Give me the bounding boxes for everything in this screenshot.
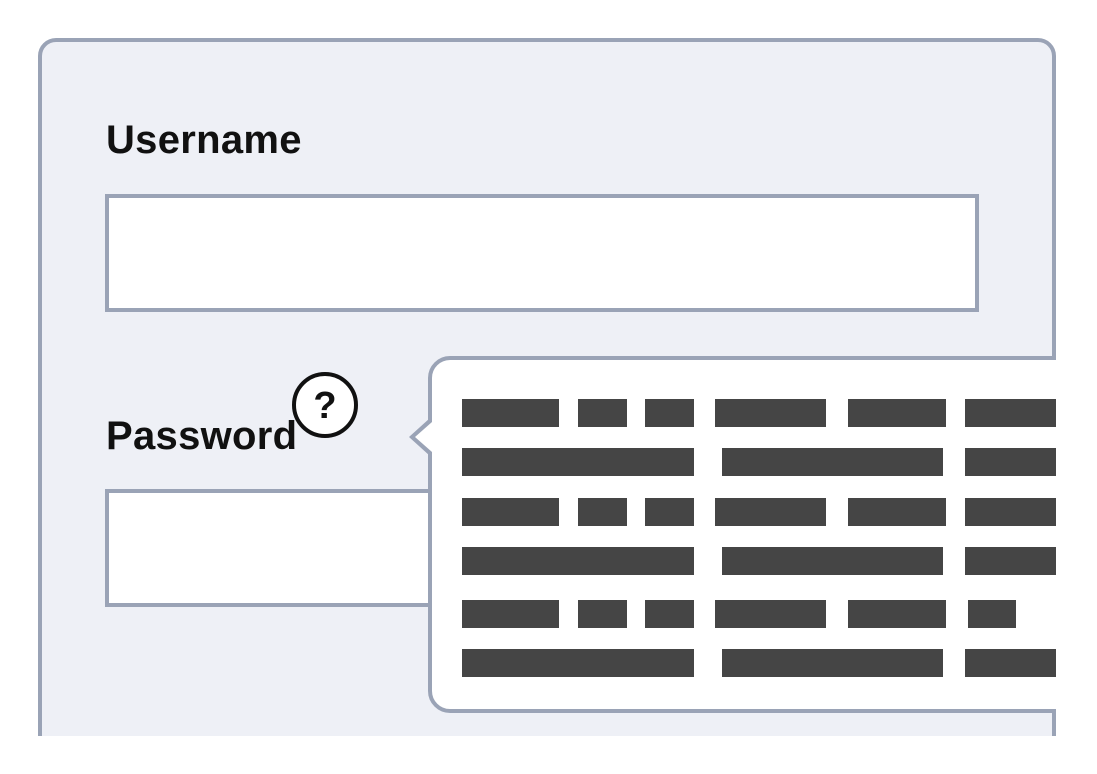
redacted-text-block: [715, 399, 826, 427]
redacted-text-block: [965, 498, 1056, 526]
redacted-text-block: [965, 399, 1056, 427]
redacted-text-block: [462, 399, 559, 427]
redacted-text-block: [968, 600, 1016, 628]
redacted-text-block: [462, 498, 559, 526]
redacted-text-block: [578, 498, 627, 526]
redacted-text-block: [848, 498, 946, 526]
redacted-text-block: [462, 448, 694, 476]
username-field[interactable]: [105, 194, 979, 312]
redacted-text-block: [848, 399, 946, 427]
redacted-text-block: [965, 448, 1056, 476]
redacted-text-block: [965, 649, 1056, 677]
redacted-text-block: [722, 547, 943, 575]
redacted-text-block: [645, 600, 694, 628]
tooltip-pointer-fill: [415, 422, 432, 452]
redacted-text-block: [462, 547, 694, 575]
login-form-view: Username Password ?: [0, 0, 1097, 774]
redacted-text-block: [645, 498, 694, 526]
redacted-text-block: [965, 547, 1056, 575]
redacted-text-block: [715, 498, 826, 526]
crop-edge-bottom: [0, 736, 1097, 774]
redacted-text-block: [578, 600, 627, 628]
redacted-text-block: [848, 600, 946, 628]
password-label: Password: [106, 414, 298, 458]
redacted-text-block: [722, 448, 943, 476]
redacted-text-block: [578, 399, 627, 427]
redacted-text-block: [462, 600, 559, 628]
redacted-text-block: [645, 399, 694, 427]
redacted-text-block: [722, 649, 943, 677]
username-label: Username: [106, 118, 302, 162]
redacted-text-block: [462, 649, 694, 677]
crop-edge-right: [1056, 0, 1097, 774]
question-circle-icon: ?: [313, 385, 337, 427]
redacted-text-block: [715, 600, 826, 628]
password-help-button[interactable]: ?: [292, 372, 358, 438]
